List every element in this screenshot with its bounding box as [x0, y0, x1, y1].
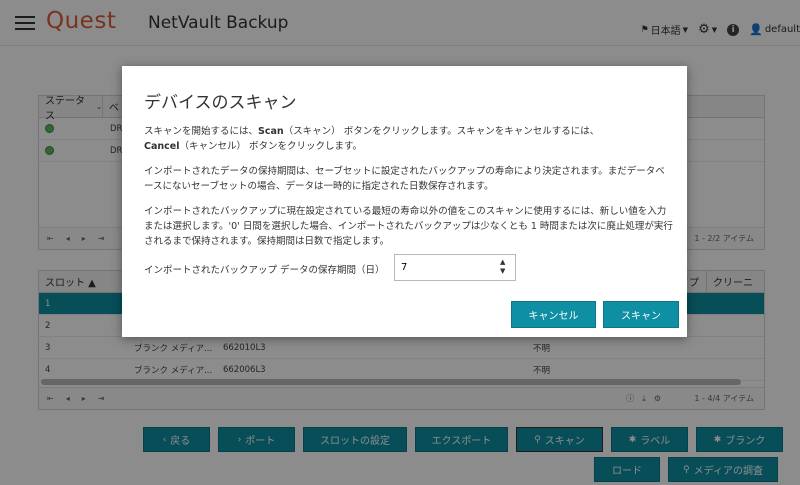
- cancel-button[interactable]: キャンセル: [511, 301, 596, 328]
- dialog-title: デバイスのスキャン: [144, 93, 297, 113]
- retention-label: インポートされたバックアップ データの保存期間（日）: [144, 265, 385, 276]
- scan-device-dialog: デバイスのスキャン スキャンを開始するには、Scan（スキャン） ボタンをクリッ…: [122, 66, 687, 337]
- instructions-paragraph: スキャンを開始するには、Scan（スキャン） ボタンをクリックします。スキャンを…: [144, 126, 600, 152]
- dialog-body: スキャンを開始するには、Scan（スキャン） ボタンをクリックします。スキャンを…: [144, 124, 674, 259]
- spinner-up-icon[interactable]: ▲: [500, 258, 505, 267]
- retention-spinner[interactable]: ▲ ▼: [500, 258, 505, 276]
- retention-info-paragraph: インポートされたデータの保持期間は、セーブセットに設定されたバックアップの寿命に…: [144, 166, 665, 192]
- retention-days-input[interactable]: [394, 254, 516, 281]
- scan-button[interactable]: スキャン: [603, 301, 679, 328]
- retention-override-paragraph: インポートされたバックアップに現在設定されている最短の寿命以外の値をこのスキャン…: [144, 206, 673, 247]
- spinner-down-icon[interactable]: ▼: [500, 267, 505, 276]
